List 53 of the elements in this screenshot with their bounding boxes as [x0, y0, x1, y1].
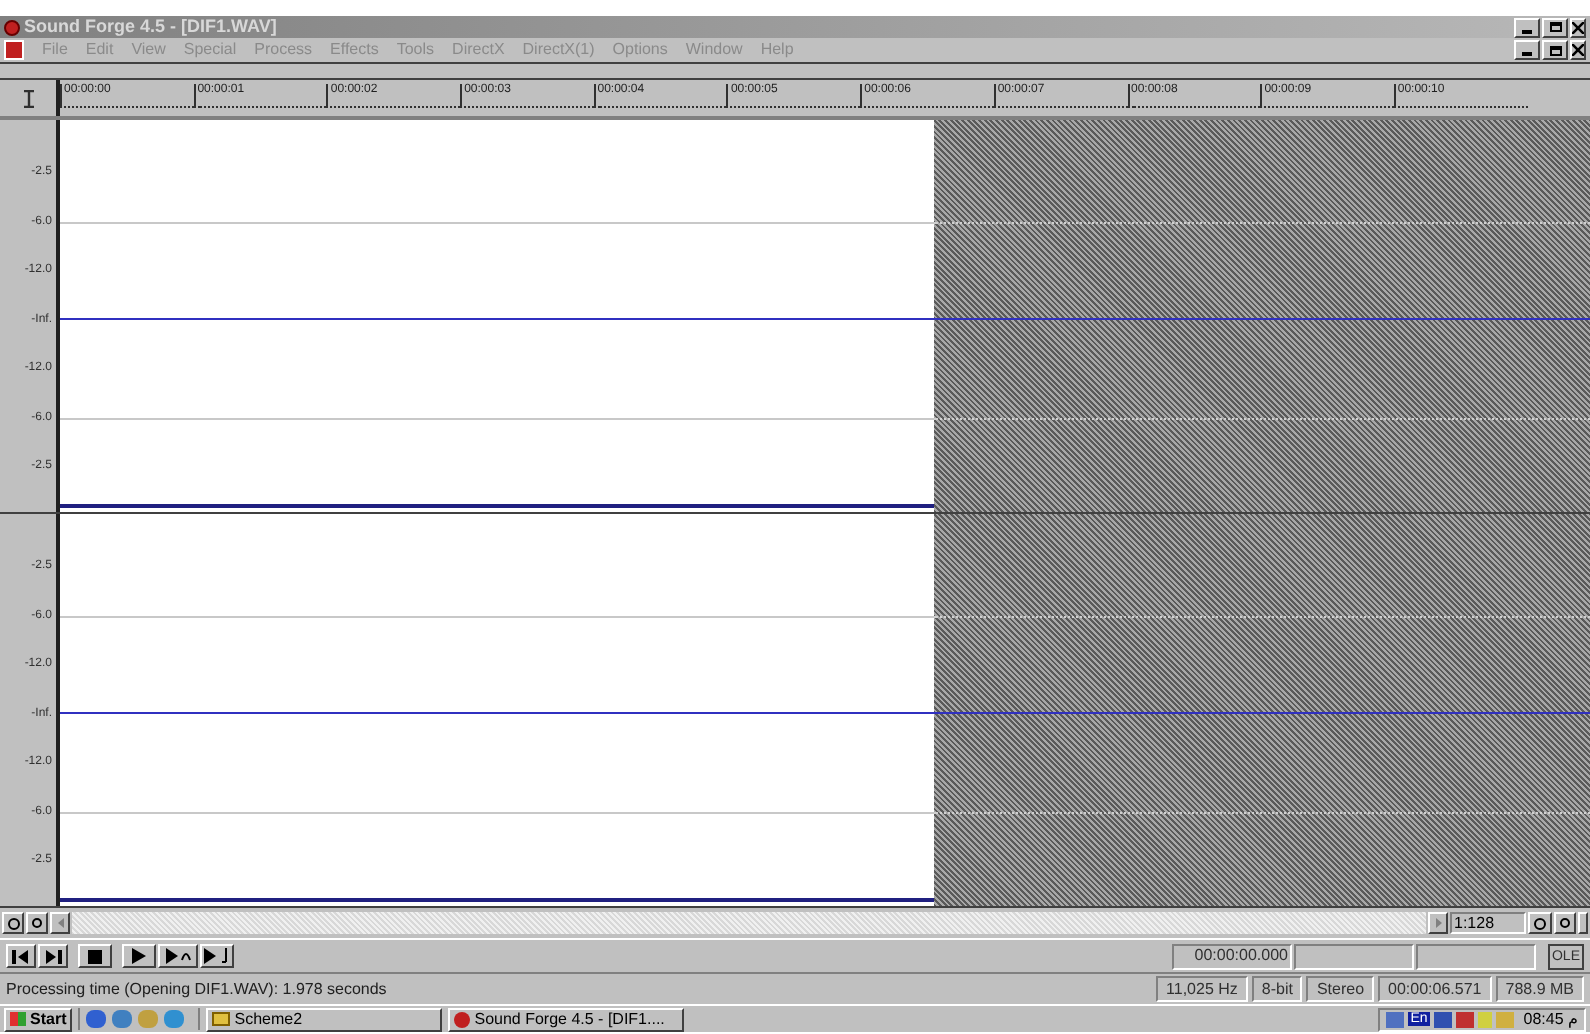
- quick-launch-icon[interactable]: [86, 1010, 107, 1028]
- minimize-button[interactable]: [1514, 17, 1540, 37]
- magnifier-icon: [7, 917, 19, 929]
- tray-icon: [1495, 1011, 1514, 1027]
- skip-forward-icon: [44, 949, 62, 963]
- status-field: Stereo: [1306, 976, 1375, 1002]
- play-looped-button[interactable]: [200, 944, 234, 968]
- app-logo-icon: [454, 1011, 471, 1027]
- left-arrow-icon: [57, 918, 63, 928]
- taskbar-button[interactable]: Scheme2: [206, 1007, 443, 1031]
- start-button[interactable]: Start: [4, 1007, 73, 1031]
- skip-back-icon: [12, 949, 30, 963]
- restore-button[interactable]: [1542, 40, 1568, 60]
- scroll-left-button[interactable]: [1578, 912, 1588, 934]
- play-all-button[interactable]: [158, 944, 198, 968]
- taskbar-button[interactable]: Sound Forge 4.5 - [DIF1....: [448, 1007, 685, 1031]
- close-button[interactable]: [1570, 17, 1586, 37]
- zoom-out-button[interactable]: [1528, 912, 1552, 934]
- go-to-start-button[interactable]: [6, 944, 36, 968]
- window-title: Sound Forge 4.5 - [DIF1.WAV]: [24, 18, 277, 36]
- document-icon: [4, 40, 24, 60]
- play-icon: [132, 948, 146, 964]
- play-button[interactable]: [122, 944, 156, 968]
- status-field: 8-bit: [1251, 976, 1303, 1002]
- zoom-in-button[interactable]: [26, 912, 48, 934]
- magnifier-icon: [32, 918, 42, 928]
- text-cursor-icon: [21, 89, 35, 107]
- right-arrow-icon: [1435, 918, 1441, 928]
- zoom-out-button[interactable]: [2, 912, 24, 934]
- restore-button[interactable]: [1542, 17, 1568, 37]
- minimize-button[interactable]: [1514, 40, 1540, 60]
- windows-logo-icon: [10, 1012, 26, 1026]
- close-button[interactable]: [1570, 40, 1586, 60]
- magnifier-icon: [1534, 917, 1546, 929]
- go-to-end-button[interactable]: [38, 944, 68, 968]
- stop-button[interactable]: [78, 944, 112, 968]
- play-loop-icon: [204, 948, 230, 964]
- zoom-in-button[interactable]: [1554, 912, 1576, 934]
- stop-icon: [88, 949, 102, 963]
- zoom-ratio-field[interactable]: 1:128: [1450, 912, 1526, 934]
- play-all-icon: [165, 948, 191, 964]
- clock: 08:45 م: [1523, 1011, 1578, 1027]
- folder-icon: [212, 1012, 231, 1026]
- status-field: 00:00:06.571: [1378, 976, 1492, 1002]
- magnifier-icon: [1560, 918, 1570, 928]
- tray-icon: [1386, 1011, 1405, 1027]
- app-logo-icon: [4, 19, 20, 35]
- scroll-left-button[interactable]: [50, 912, 70, 934]
- scroll-right-button[interactable]: [1428, 912, 1448, 934]
- status-message: Processing time (Opening DIF1.WAV): 1.978 seconds: [6, 981, 389, 997]
- status-field: 11,025 Hz: [1156, 976, 1248, 1002]
- position-field: 00:00:00.000: [1172, 943, 1292, 969]
- status-field: 788.9 MB: [1495, 976, 1584, 1002]
